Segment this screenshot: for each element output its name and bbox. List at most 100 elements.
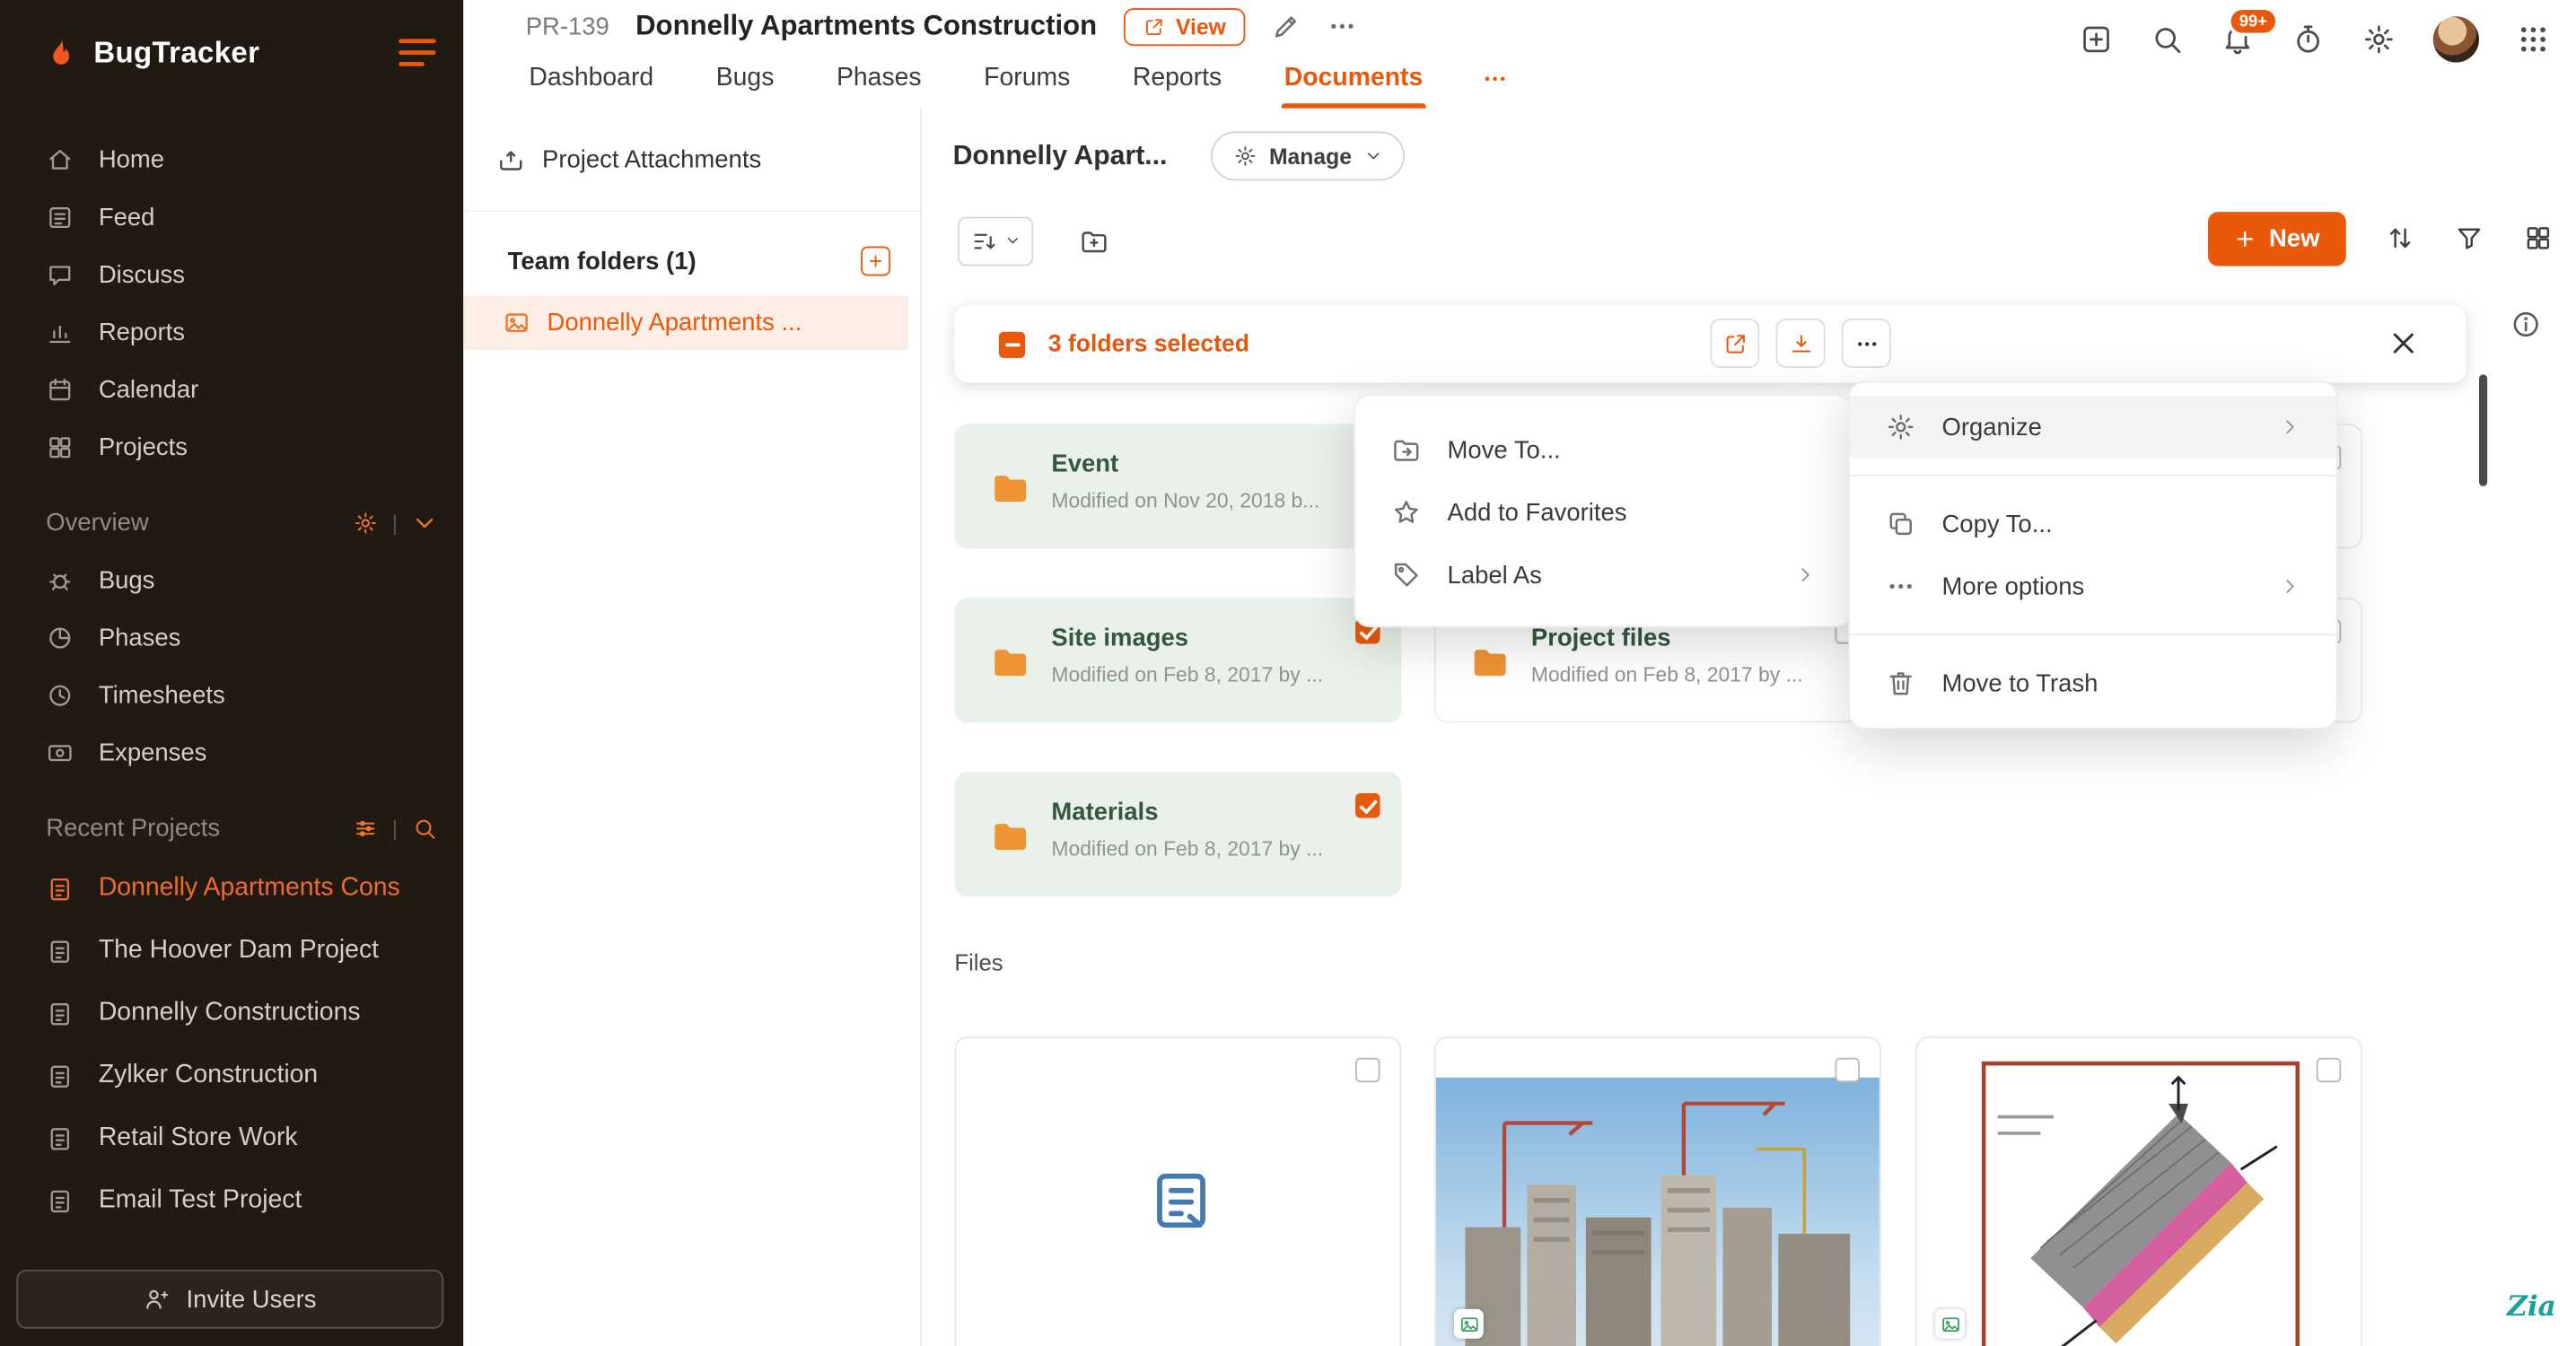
share-link-button[interactable] bbox=[1710, 319, 1759, 368]
folder-checkbox[interactable] bbox=[1355, 793, 1380, 817]
selection-bar: 3 folders selected bbox=[954, 305, 2466, 382]
sidebar-item-projects[interactable]: Projects bbox=[0, 419, 463, 476]
selection-count-label: 3 folders selected bbox=[1048, 331, 1249, 357]
sort-icon[interactable] bbox=[2386, 223, 2415, 253]
tab-reports[interactable]: Reports bbox=[1129, 49, 1225, 109]
image-type-badge bbox=[1935, 1309, 1965, 1339]
file-card-site-photo[interactable] bbox=[1434, 1036, 1881, 1346]
more-actions-menu: Organize Copy To... More options Move to… bbox=[1848, 381, 2337, 730]
new-folder-icon[interactable] bbox=[1080, 226, 1109, 256]
notifications-bell[interactable]: 99+ bbox=[2221, 23, 2255, 57]
view-button[interactable]: View bbox=[1123, 7, 1245, 45]
sidebar-item-bugs[interactable]: Bugs bbox=[0, 552, 463, 609]
team-folder-item-selected[interactable]: Donnelly Apartments ... bbox=[463, 295, 908, 349]
file-checkbox[interactable] bbox=[1836, 1058, 1860, 1082]
zia-assistant-logo[interactable]: Zia bbox=[2507, 1291, 2556, 1324]
close-selection-icon[interactable] bbox=[2388, 328, 2418, 358]
sidebar-item-label: Timesheets bbox=[99, 682, 225, 710]
menu-item-move-to-trash[interactable]: Move to Trash bbox=[1850, 652, 2336, 715]
global-actions: 99+ bbox=[2080, 16, 2549, 62]
overview-settings-gear-icon[interactable] bbox=[353, 510, 377, 534]
sidebar-item-expenses[interactable]: Expenses bbox=[0, 724, 463, 782]
menu-item-organize[interactable]: Organize bbox=[1850, 396, 2336, 459]
folder-icon bbox=[989, 815, 1032, 858]
search-icon[interactable] bbox=[2151, 23, 2184, 57]
sidebar-item-phases[interactable]: Phases bbox=[0, 609, 463, 667]
tab-dashboard[interactable]: Dashboard bbox=[526, 49, 657, 109]
folder-card-event[interactable]: Event Modified on Nov 20, 2018 b... bbox=[954, 424, 1401, 548]
divider bbox=[463, 210, 920, 212]
tab-phases[interactable]: Phases bbox=[833, 49, 924, 109]
folder-card-site-images[interactable]: Site images Modified on Feb 8, 2017 by .… bbox=[954, 598, 1401, 722]
menu-item-copy-to[interactable]: Copy To... bbox=[1850, 493, 2336, 555]
hamburger-menu-icon[interactable] bbox=[398, 38, 437, 67]
tab-forums[interactable]: Forums bbox=[980, 49, 1073, 109]
file-checkbox[interactable] bbox=[2317, 1058, 2341, 1082]
sidebar-item-feed[interactable]: Feed bbox=[0, 188, 463, 246]
folder-card-materials[interactable]: Materials Modified on Feb 8, 2017 by ... bbox=[954, 772, 1401, 896]
edit-project-pencil-icon[interactable] bbox=[1272, 12, 1301, 41]
filter-icon[interactable] bbox=[2455, 223, 2484, 253]
recent-project-email-test[interactable]: Email Test Project bbox=[0, 1169, 463, 1232]
overview-collapse-chevron-icon[interactable] bbox=[412, 510, 436, 534]
menu-item-move-to[interactable]: Move To... bbox=[1355, 419, 1852, 482]
user-avatar[interactable] bbox=[2433, 16, 2479, 62]
info-panel-icon[interactable] bbox=[2510, 309, 2542, 340]
recent-project-retail-store-work[interactable]: Retail Store Work bbox=[0, 1107, 463, 1170]
image-type-badge bbox=[1454, 1309, 1484, 1339]
sidebar-item-label: Reports bbox=[99, 319, 185, 346]
new-button[interactable]: New bbox=[2208, 211, 2345, 265]
menu-item-label-as[interactable]: Label As bbox=[1355, 544, 1852, 607]
invite-users-button[interactable]: Invite Users bbox=[16, 1270, 443, 1329]
select-all-checkbox[interactable] bbox=[999, 331, 1025, 357]
project-name: Retail Store Work bbox=[99, 1123, 298, 1153]
more-actions-button[interactable] bbox=[1842, 319, 1891, 368]
project-attachments-item[interactable]: Project Attachments bbox=[496, 144, 761, 174]
file-checkbox[interactable] bbox=[1355, 1058, 1380, 1082]
overview-label: Overview bbox=[46, 508, 148, 536]
recent-projects-section-header: Recent Projects | bbox=[0, 799, 463, 858]
add-team-folder-button[interactable] bbox=[861, 247, 890, 276]
quick-add-icon[interactable] bbox=[2080, 23, 2113, 57]
document-note-icon bbox=[1147, 1167, 1216, 1236]
tab-documents[interactable]: Documents bbox=[1281, 49, 1426, 109]
project-search-icon[interactable] bbox=[412, 816, 436, 840]
project-name: Zylker Construction bbox=[99, 1061, 318, 1090]
project-more-options-icon[interactable] bbox=[1327, 12, 1357, 41]
sidebar-item-reports[interactable]: Reports bbox=[0, 304, 463, 362]
menu-item-label: Organize bbox=[1941, 413, 2041, 441]
folder-name: Project files bbox=[1531, 625, 1671, 652]
folder-modified: Modified on Feb 8, 2017 by ... bbox=[1531, 663, 1803, 686]
recent-project-donnelly-apartments[interactable]: Donnelly Apartments Cons bbox=[0, 857, 463, 920]
sort-order-dropdown[interactable] bbox=[958, 216, 1033, 266]
tree-sort-icon bbox=[971, 228, 997, 254]
recent-project-zylker-construction[interactable]: Zylker Construction bbox=[0, 1044, 463, 1107]
file-card-document[interactable] bbox=[954, 1036, 1401, 1346]
discuss-icon bbox=[46, 261, 74, 289]
sidebar-item-calendar[interactable]: Calendar bbox=[0, 362, 463, 419]
sidebar-item-home[interactable]: Home bbox=[0, 131, 463, 188]
tag-icon bbox=[1391, 560, 1421, 590]
divider: | bbox=[392, 816, 398, 840]
grid-view-icon[interactable] bbox=[2523, 223, 2553, 253]
sidebar-item-label: Expenses bbox=[99, 739, 207, 767]
trash-icon bbox=[1886, 669, 1915, 698]
recent-project-donnelly-constructions[interactable]: Donnelly Constructions bbox=[0, 983, 463, 1045]
file-card-roof-diagram[interactable] bbox=[1915, 1036, 2362, 1346]
timer-icon[interactable] bbox=[2291, 23, 2325, 57]
tab-label: Reports bbox=[1133, 64, 1222, 93]
project-filter-icon[interactable] bbox=[353, 816, 377, 840]
recent-project-hoover-dam[interactable]: The Hoover Dam Project bbox=[0, 920, 463, 983]
vertical-scrollbar[interactable] bbox=[2479, 374, 2487, 485]
tab-bugs[interactable]: Bugs bbox=[713, 49, 777, 109]
menu-item-more-options[interactable]: More options bbox=[1850, 555, 2336, 618]
primary-sidebar: BugTracker Home Feed Discuss Reports Cal… bbox=[0, 0, 463, 1346]
download-button[interactable] bbox=[1776, 319, 1826, 368]
menu-item-add-to-favorites[interactable]: Add to Favorites bbox=[1355, 481, 1852, 544]
sidebar-item-timesheets[interactable]: Timesheets bbox=[0, 667, 463, 724]
tabs-overflow-icon[interactable] bbox=[1482, 49, 1508, 109]
settings-gear-icon[interactable] bbox=[2362, 23, 2396, 57]
sidebar-item-discuss[interactable]: Discuss bbox=[0, 247, 463, 304]
manage-button[interactable]: Manage bbox=[1210, 131, 1404, 180]
apps-grid-icon[interactable] bbox=[2517, 23, 2550, 57]
